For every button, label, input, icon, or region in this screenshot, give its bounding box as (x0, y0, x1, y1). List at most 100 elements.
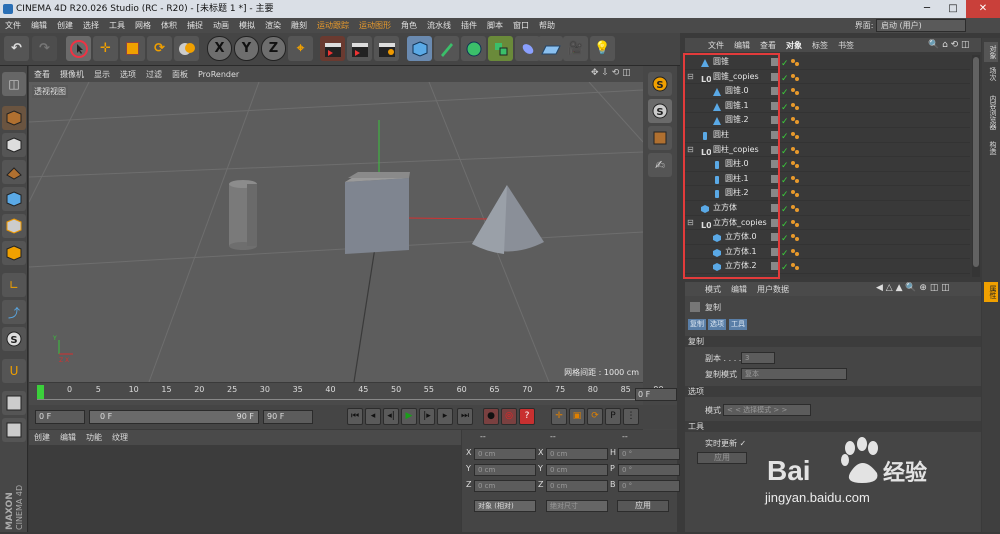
menu-item[interactable]: 角色 (396, 20, 422, 31)
sketch-button[interactable]: ✍ (648, 153, 672, 177)
menu-item[interactable]: 工具 (104, 20, 130, 31)
attr-tab-tools[interactable]: 工具 (729, 319, 747, 330)
maximize-button[interactable]: □ (940, 0, 966, 18)
menu-item[interactable]: 编辑 (26, 20, 52, 31)
preview-range-slider[interactable]: 0 F 90 F (89, 410, 259, 424)
camera-button[interactable]: 🎥 (563, 36, 588, 61)
menu-item[interactable]: 运动图形 (354, 20, 396, 31)
goto-start-button[interactable]: ⏮ (347, 408, 363, 425)
workplane-lock-button[interactable] (2, 391, 26, 415)
size-mode-dropdown[interactable]: 绝对尺寸 (546, 500, 608, 512)
attr-tab-copy[interactable]: 复制 (688, 319, 706, 330)
menu-item[interactable]: 运动跟踪 (312, 20, 354, 31)
z-axis-lock-button[interactable]: Z (261, 36, 286, 61)
menu-item[interactable]: 插件 (456, 20, 482, 31)
magnet-button[interactable]: U (2, 359, 26, 383)
make-editable-button[interactable]: ◫ (2, 72, 26, 96)
object-list-scrollbar[interactable] (972, 55, 980, 277)
close-button[interactable]: ✕ (966, 0, 1000, 18)
key-rotation-button[interactable]: ⟳ (587, 408, 603, 425)
viewport-nav-icons[interactable]: ✥ ⇩ ⟲ ◫ (591, 68, 631, 78)
floor-button[interactable] (538, 36, 563, 61)
tab-attributes[interactable]: 属性 (984, 282, 998, 302)
render-settings-button[interactable] (374, 36, 399, 61)
goto-end-button[interactable]: ⏭ (457, 408, 473, 425)
render-view-button[interactable] (320, 36, 345, 61)
object-menu-item[interactable]: 文件 (703, 40, 729, 51)
menu-item[interactable]: 动画 (208, 20, 234, 31)
timeline-ruler[interactable]: 051015202530354045505560657075808590 (29, 383, 664, 405)
object-menu-item[interactable]: 标签 (807, 40, 833, 51)
attr-tab-options[interactable]: 选项 (708, 319, 726, 330)
menu-item[interactable]: 文件 (0, 20, 26, 31)
viewport-menu-item[interactable]: 查看 (29, 69, 55, 80)
menu-item[interactable]: 帮助 (534, 20, 560, 31)
material-menu-item[interactable]: 编辑 (55, 432, 81, 443)
attribute-nav-icons[interactable]: ◀ △ ▲ 🔍 ⊕ ◫ ◫ (876, 283, 950, 293)
pen-spline-button[interactable] (434, 36, 459, 61)
menu-item[interactable]: 网格 (130, 20, 156, 31)
record-button[interactable]: ● (483, 408, 499, 425)
key-scale-button[interactable]: ▣ (569, 408, 585, 425)
deformer-button[interactable] (515, 36, 540, 61)
material-menu-item[interactable]: 功能 (81, 432, 107, 443)
object-menu-item[interactable]: 书签 (833, 40, 859, 51)
coord-apply-button[interactable]: 应用 (617, 500, 669, 512)
points-mode-button[interactable] (2, 187, 26, 211)
tab-takes[interactable]: 场次 (984, 64, 998, 84)
size-field[interactable]: 0 cm (546, 464, 608, 476)
attribute-menu-item[interactable]: 用户数据 (752, 284, 794, 295)
viewport-menu-item[interactable]: 面板 (167, 69, 193, 80)
realtime-update-checkbox[interactable]: 实时更新 ✓ (705, 438, 746, 449)
y-axis-lock-button[interactable]: Y (234, 36, 259, 61)
cloner-button[interactable] (488, 36, 513, 61)
object-menu-item[interactable]: 对象 (781, 40, 807, 51)
keyframe-selection-button[interactable]: ? (519, 408, 535, 425)
layout-selector[interactable]: 界面: 启动 (用户) (855, 19, 966, 32)
redo-button[interactable]: ↷ (32, 36, 57, 61)
menu-item[interactable]: 流水线 (422, 20, 456, 31)
viewport-menu-item[interactable]: 选项 (115, 69, 141, 80)
size-field[interactable]: 0 cm (546, 448, 608, 460)
key-param-button[interactable]: P (605, 408, 621, 425)
play-button[interactable]: ▶ (401, 408, 417, 425)
minimize-button[interactable]: ─ (914, 0, 940, 18)
menu-item[interactable]: 体积 (156, 20, 182, 31)
size-field[interactable]: 0 cm (546, 480, 608, 492)
x-axis-lock-button[interactable]: X (207, 36, 232, 61)
rotation-field[interactable]: 0 ° (618, 464, 680, 476)
cube-object-button[interactable] (407, 36, 432, 61)
prev-key-button[interactable]: ◂ (365, 408, 381, 425)
viewport-menu-item[interactable]: 显示 (89, 69, 115, 80)
texture-mode-button[interactable] (2, 133, 26, 157)
key-position-button[interactable]: ✛ (551, 408, 567, 425)
position-field[interactable]: 0 cm (474, 480, 536, 492)
menu-item[interactable]: 雕刻 (286, 20, 312, 31)
recent-tool-button[interactable] (174, 36, 199, 61)
menu-item[interactable]: 窗口 (508, 20, 534, 31)
current-frame-field[interactable]: 0 F (635, 388, 677, 401)
mode-dropdown[interactable]: < < 选择模式 > > (723, 404, 811, 416)
light-button[interactable]: 💡 (590, 36, 615, 61)
viewport-menu-item[interactable]: 过滤 (141, 69, 167, 80)
edges-mode-button[interactable] (2, 214, 26, 238)
next-key-button[interactable]: ▸ (437, 408, 453, 425)
polygons-mode-button[interactable] (2, 241, 26, 265)
copies-field[interactable]: 3 (741, 352, 775, 364)
model-mode-button[interactable] (2, 106, 26, 130)
material-manager-area[interactable] (29, 445, 461, 532)
menu-item[interactable]: 渲染 (260, 20, 286, 31)
snap-toggle-button[interactable]: S (648, 99, 672, 123)
attribute-menu-item[interactable]: 模式 (700, 284, 726, 295)
autokey-button[interactable]: ◎ (501, 408, 517, 425)
start-frame-field[interactable]: 0 F (35, 410, 85, 424)
scrollbar-thumb[interactable] (973, 57, 979, 267)
perspective-viewport[interactable]: Y Z X 透视视图 网格间距 : 1000 cm (29, 82, 643, 382)
object-menu-item[interactable]: 编辑 (729, 40, 755, 51)
move-tool-button[interactable]: ✛ (93, 36, 118, 61)
coord-mode-dropdown[interactable]: 对象 (相对) (474, 500, 536, 512)
generator-button[interactable] (461, 36, 486, 61)
rotate-tool-button[interactable]: ⟳ (147, 36, 172, 61)
tab-structure[interactable]: 构造 (984, 138, 998, 158)
layout-dropdown[interactable]: 启动 (用户) (876, 19, 966, 32)
